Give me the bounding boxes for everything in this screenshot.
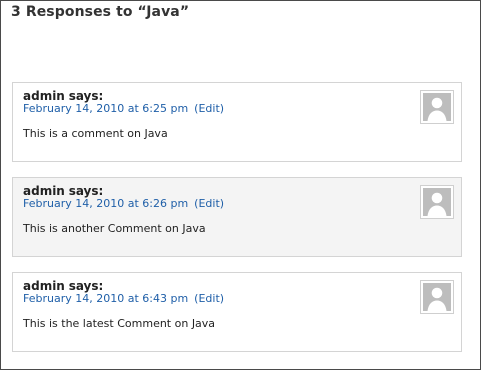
- edit-paren-close: ): [219, 292, 225, 305]
- comment-says-label: says:: [68, 279, 104, 293]
- comment-text: This is the latest Comment on Java: [23, 317, 216, 330]
- comment-date-link[interactable]: February 14, 2010 at 6:25 pm: [23, 102, 188, 115]
- comment-author: admin: [23, 89, 65, 103]
- edit-link[interactable]: Edit: [198, 292, 219, 305]
- edit-wrapper: (Edit): [194, 292, 224, 305]
- comment-item: admin says: February 14, 2010 at 6:26 pm…: [12, 177, 462, 257]
- comment-author: admin: [23, 279, 65, 293]
- avatar: [420, 90, 454, 124]
- comment-date-link[interactable]: February 14, 2010 at 6:26 pm: [23, 197, 188, 210]
- comment-item: admin says: February 14, 2010 at 6:25 pm…: [12, 82, 462, 162]
- comment-says-label: says:: [68, 89, 104, 103]
- comment-text: This is another Comment on Java: [23, 222, 206, 235]
- comment-date-link[interactable]: February 14, 2010 at 6:43 pm: [23, 292, 188, 305]
- comment-says-label: says:: [68, 184, 104, 198]
- comment-meta: February 14, 2010 at 6:26 pm (Edit): [23, 197, 224, 210]
- comment-author-line: admin says:: [23, 89, 103, 103]
- edit-wrapper: (Edit): [194, 102, 224, 115]
- comment-author-line: admin says:: [23, 279, 103, 293]
- comment-meta: February 14, 2010 at 6:43 pm (Edit): [23, 292, 224, 305]
- default-avatar-icon: [423, 188, 451, 216]
- responses-heading: 3 Responses to “Java”: [11, 4, 190, 20]
- avatar: [420, 280, 454, 314]
- comment-text: This is a comment on Java: [23, 127, 168, 140]
- edit-paren-close: ): [219, 197, 225, 210]
- comments-section: 3 Responses to “Java” admin says: Februa…: [0, 0, 481, 370]
- default-avatar-icon: [423, 93, 451, 121]
- comment-meta: February 14, 2010 at 6:25 pm (Edit): [23, 102, 224, 115]
- edit-link[interactable]: Edit: [198, 102, 219, 115]
- avatar: [420, 185, 454, 219]
- edit-link[interactable]: Edit: [198, 197, 219, 210]
- comment-author: admin: [23, 184, 65, 198]
- edit-paren-close: ): [219, 102, 225, 115]
- default-avatar-icon: [423, 283, 451, 311]
- comment-author-line: admin says:: [23, 184, 103, 198]
- comment-item: admin says: February 14, 2010 at 6:43 pm…: [12, 272, 462, 352]
- edit-wrapper: (Edit): [194, 197, 224, 210]
